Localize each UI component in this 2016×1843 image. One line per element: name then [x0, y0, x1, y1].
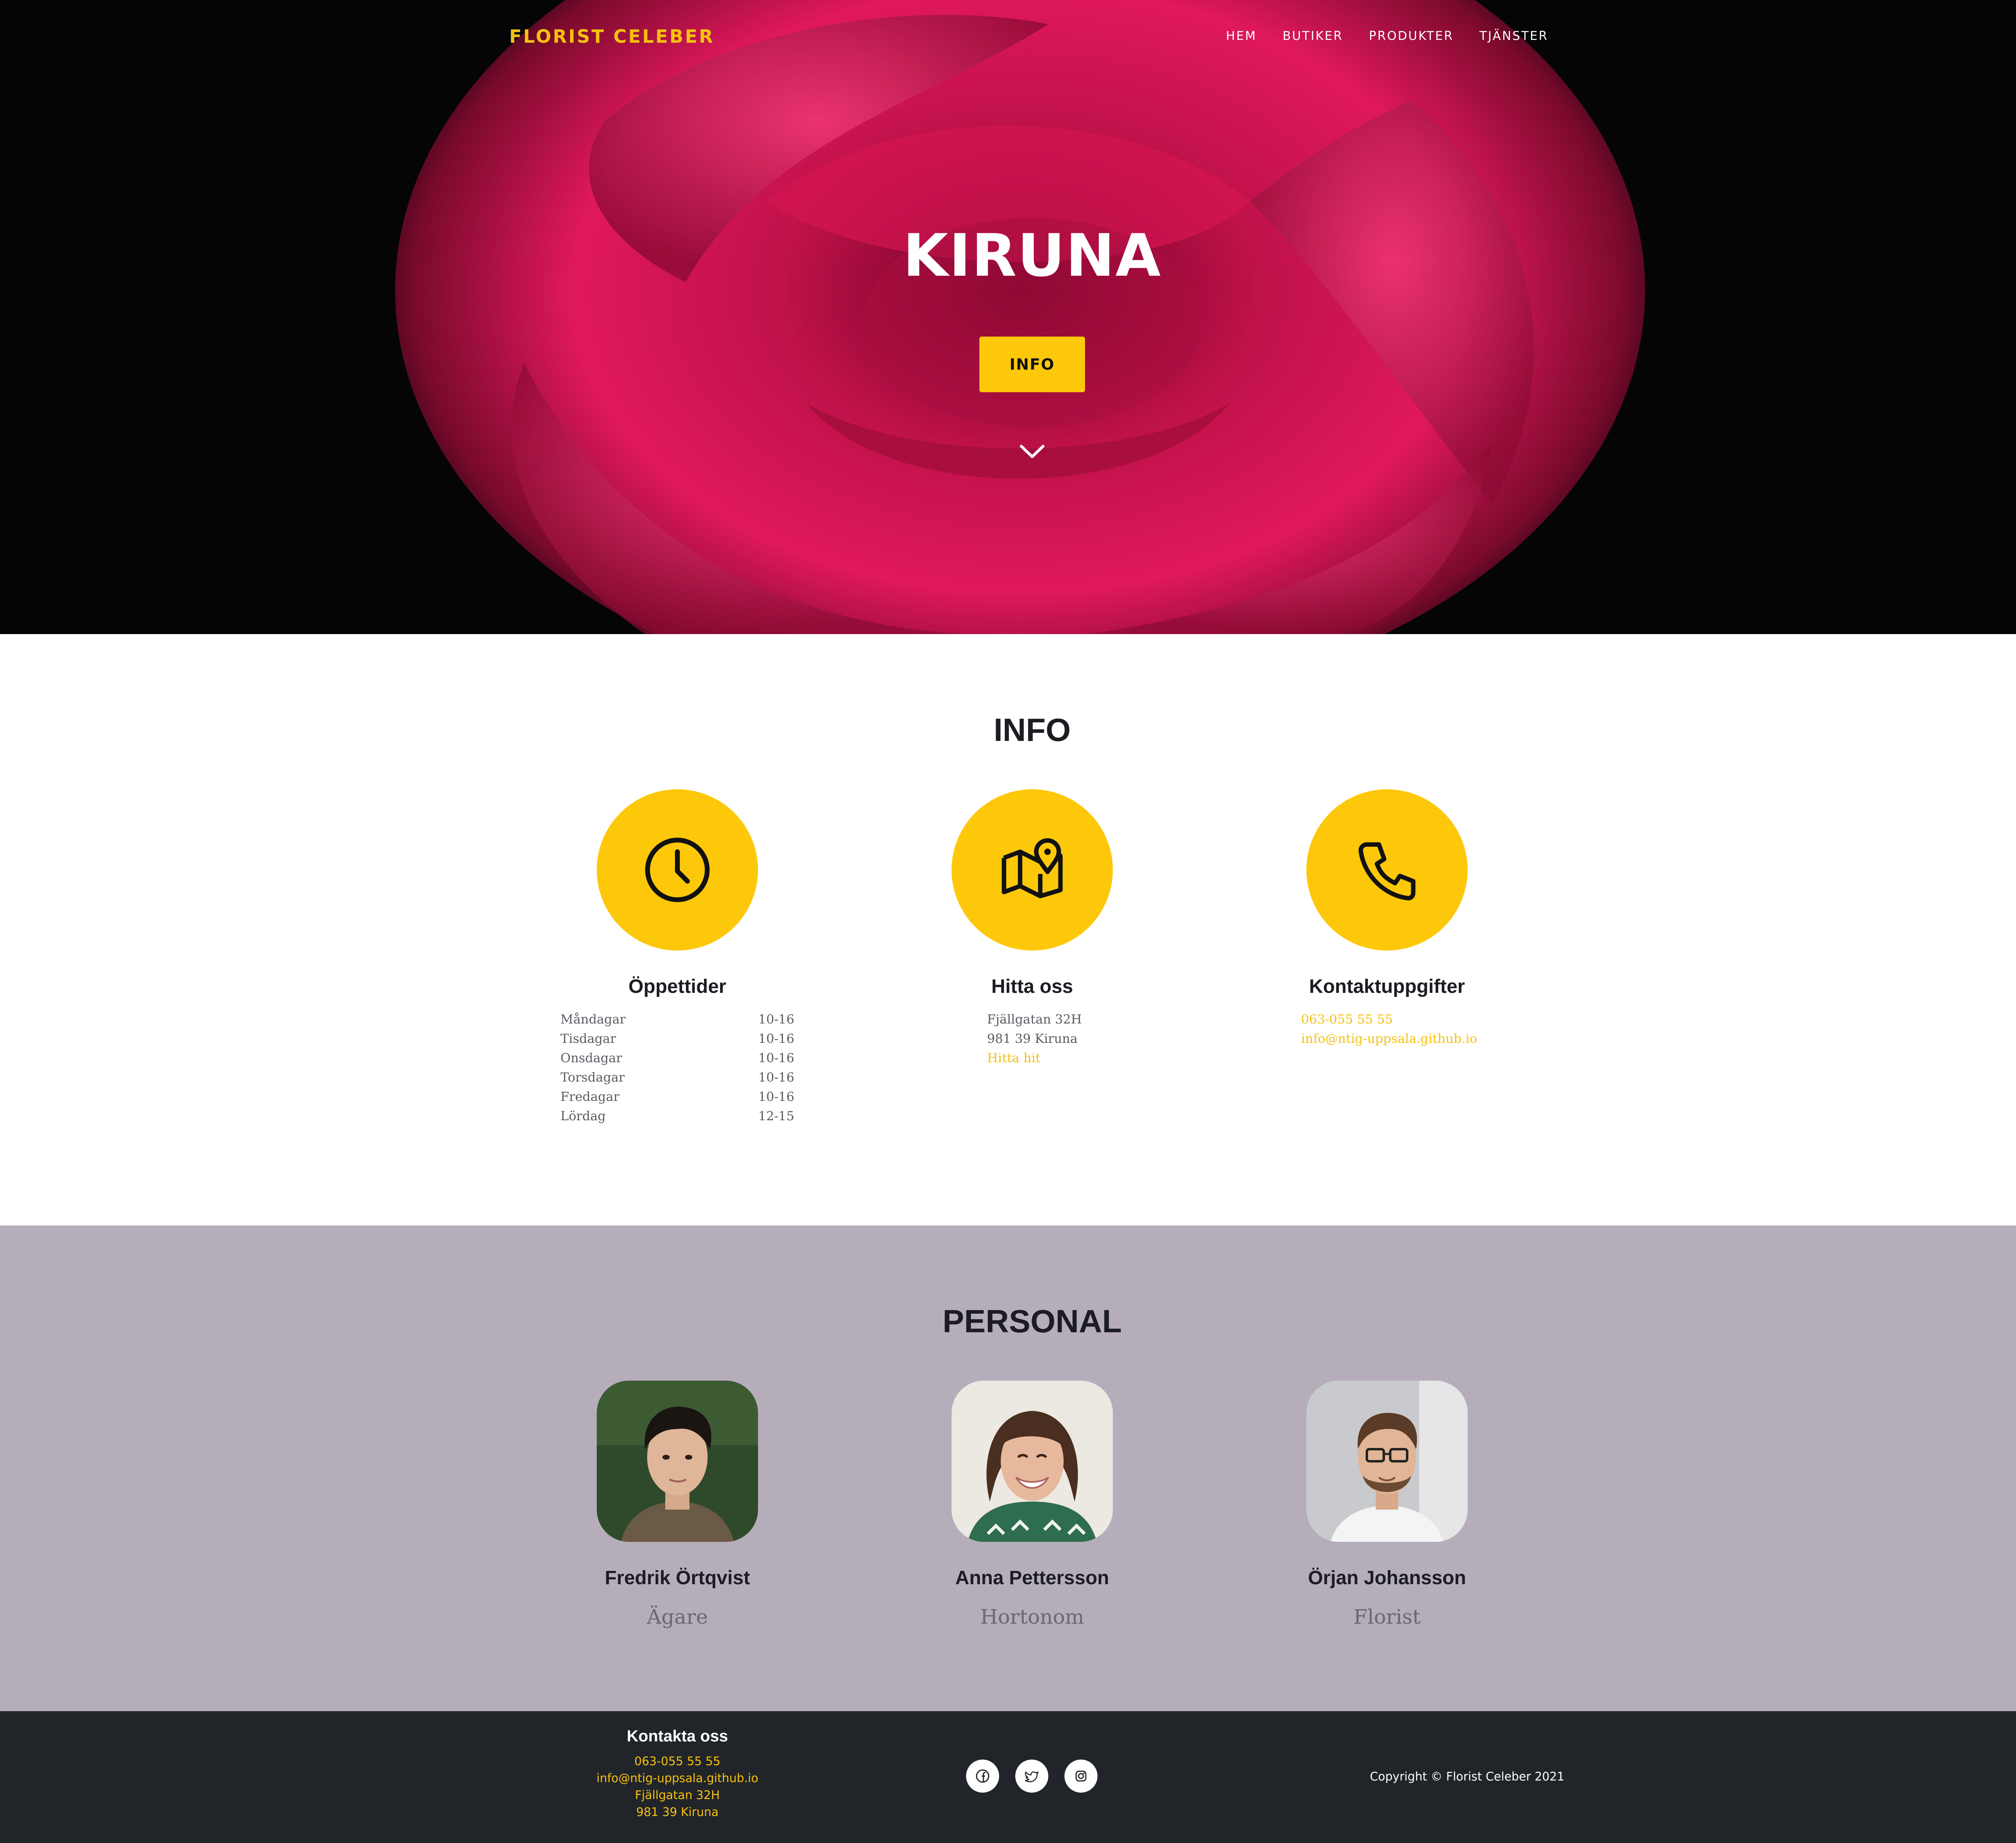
social-links [966, 1760, 1098, 1793]
phone-icon [1358, 842, 1416, 901]
footer: Kontakta oss 063-055 55 55 info@ntig-upp… [0, 1711, 2016, 1843]
facebook-icon[interactable] [966, 1760, 999, 1793]
info-section: INFO Öppettider Måndagar 10-16 Tisdagar 10… [0, 634, 2016, 1225]
clock-icon [645, 838, 710, 902]
hero-section: KIRUNA INFO [0, 0, 2016, 634]
hours-row: Fredagar 10-16 [560, 1087, 794, 1107]
nav-link-hem[interactable]: HEM [1226, 29, 1257, 43]
opening-hours-icon-circle [597, 789, 758, 951]
chevron-down-icon[interactable] [1018, 441, 1046, 462]
opening-hours-title: Öppettider [628, 976, 727, 997]
contact-icon-circle [1306, 789, 1468, 951]
nav-link-butiker[interactable]: BUTIKER [1283, 29, 1343, 43]
hours-day: Lördag [560, 1109, 606, 1123]
avatar [952, 1381, 1113, 1542]
map-pin-icon [1002, 838, 1063, 899]
staff-photo [1306, 1381, 1468, 1542]
nav-link-produkter[interactable]: PRODUKTER [1369, 29, 1454, 43]
staff-role: Ägare [647, 1605, 708, 1629]
footer-contact-title: Kontakta oss [627, 1727, 728, 1745]
hours-time: 10-16 [758, 1032, 794, 1046]
hours-day: Tisdagar [560, 1032, 616, 1046]
hours-time: 10-16 [758, 1012, 794, 1027]
staff-name: Örjan Johansson [1308, 1567, 1466, 1589]
address-city: 981 39 Kiruna [987, 1032, 1078, 1046]
hero-title: KIRUNA [903, 222, 1162, 290]
hours-time: 12-15 [758, 1109, 794, 1123]
address-block: Fjällgatan 32H 981 39 Kiruna Hitta hit [891, 1010, 1173, 1068]
staff-role: Hortonom [980, 1605, 1084, 1629]
staff-section: PERSONAL Fredrik Örtqvist Ägare Anna Pet… [0, 1225, 2016, 1711]
footer-contact: Kontakta oss 063-055 55 55 info@ntig-upp… [577, 1727, 778, 1820]
avatar [1306, 1381, 1468, 1542]
info-title: INFO [993, 712, 1071, 748]
footer-email[interactable]: info@ntig-uppsala.github.io [577, 1770, 778, 1787]
hours-row: Lördag 12-15 [560, 1107, 794, 1126]
find-us-title: Hitta oss [991, 976, 1073, 997]
hours-day: Fredagar [560, 1090, 620, 1104]
directions-link[interactable]: Hitta hit [987, 1048, 1173, 1068]
main-nav: HEM BUTIKER PRODUKTER TJÄNSTER [1226, 29, 1548, 43]
contact-title: Kontaktuppgifter [1309, 976, 1465, 997]
contact-phone-link[interactable]: 063-055 55 55 [1301, 1010, 1528, 1029]
twitter-icon[interactable] [1015, 1760, 1048, 1793]
nav-link-tjanster[interactable]: TJÄNSTER [1479, 29, 1548, 43]
staff-name: Fredrik Örtqvist [604, 1567, 750, 1589]
hours-time: 10-16 [758, 1090, 794, 1104]
contact-block: 063-055 55 55 info@ntig-uppsala.github.i… [1246, 1010, 1528, 1048]
staff-photo [952, 1381, 1113, 1542]
copyright-text: Copyright © Florist Celeber 2021 [1370, 1770, 1564, 1783]
footer-street: Fjällgatan 32H [635, 1788, 720, 1802]
hours-day: Torsdagar [560, 1070, 625, 1085]
hours-time: 10-16 [758, 1070, 794, 1085]
hours-row: Onsdagar 10-16 [560, 1048, 794, 1068]
instagram-icon[interactable] [1064, 1760, 1098, 1793]
avatar [597, 1381, 758, 1542]
footer-city: 981 39 Kiruna [636, 1805, 719, 1819]
staff-card: Anna Pettersson Hortonom [891, 1381, 1173, 1629]
footer-contact-lines: 063-055 55 55 info@ntig-uppsala.github.i… [577, 1753, 778, 1820]
opening-hours-column: Öppettider Måndagar 10-16 Tisdagar 10-16 O… [536, 789, 818, 1126]
info-button[interactable]: INFO [979, 337, 1085, 392]
navbar: FLORIST CELEBER HEM BUTIKER PRODUKTER TJ… [0, 0, 2016, 73]
hours-row: Måndagar 10-16 [560, 1010, 794, 1029]
hours-day: Onsdagar [560, 1051, 622, 1065]
staff-photo [597, 1381, 758, 1542]
find-us-icon-circle [952, 789, 1113, 951]
hours-time: 10-16 [758, 1051, 794, 1065]
find-us-column: Hitta oss Fjällgatan 32H 981 39 Kiruna H… [891, 789, 1173, 1068]
opening-hours-list: Måndagar 10-16 Tisdagar 10-16 Onsdagar 10-1… [536, 1010, 818, 1126]
contact-column: Kontaktuppgifter 063-055 55 55 info@ntig… [1246, 789, 1528, 1048]
staff-card: Örjan Johansson Florist [1246, 1381, 1528, 1629]
brand-logo[interactable]: FLORIST CELEBER [509, 26, 714, 47]
contact-email-link[interactable]: info@ntig-uppsala.github.io [1301, 1029, 1528, 1048]
hours-row: Torsdagar 10-16 [560, 1068, 794, 1087]
address-street: Fjällgatan 32H [987, 1012, 1082, 1027]
rose-background-image [0, 0, 2016, 634]
staff-card: Fredrik Örtqvist Ägare [536, 1381, 818, 1629]
footer-phone[interactable]: 063-055 55 55 [577, 1753, 778, 1770]
staff-title: PERSONAL [942, 1303, 1122, 1339]
hours-row: Tisdagar 10-16 [560, 1029, 794, 1048]
staff-name: Anna Pettersson [955, 1567, 1109, 1589]
staff-role: Florist [1353, 1605, 1421, 1629]
hours-day: Måndagar [560, 1012, 626, 1027]
